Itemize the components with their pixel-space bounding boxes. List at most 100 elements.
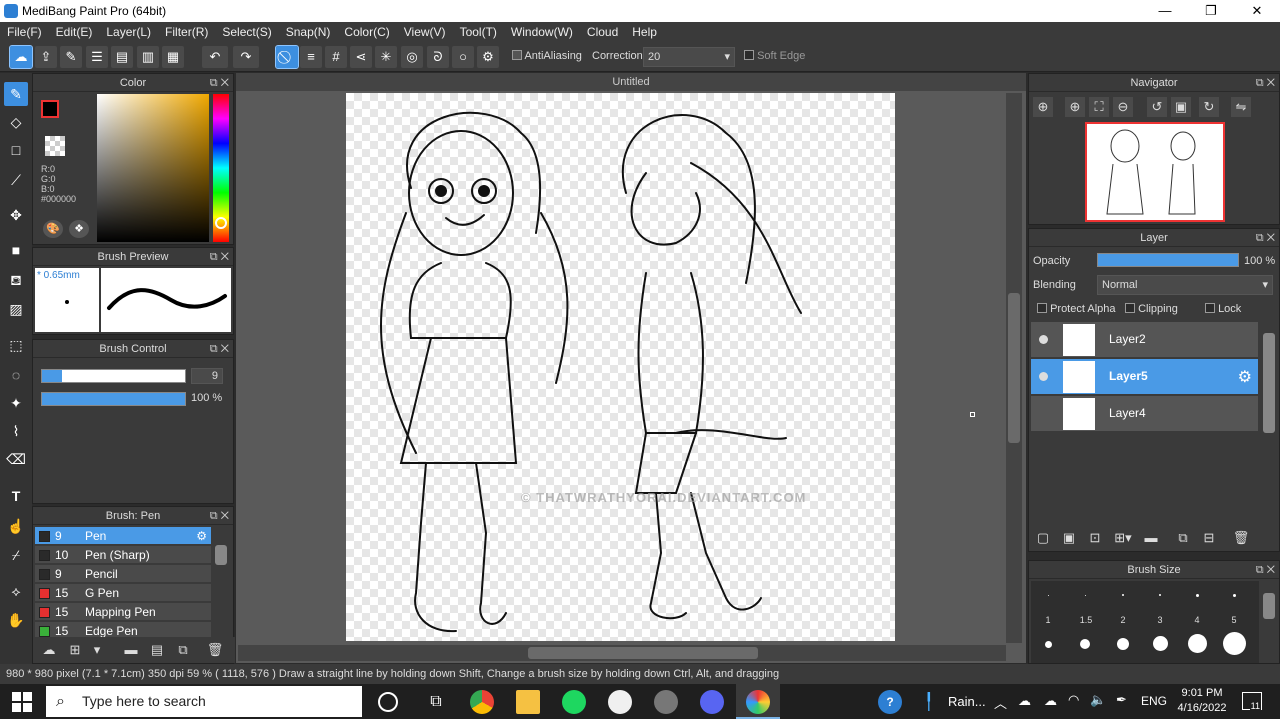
blending-select[interactable]: Normal ▾ <box>1097 275 1273 295</box>
curve-snap-icon[interactable]: ᘐ <box>427 46 449 68</box>
size-dot[interactable] <box>1045 641 1052 648</box>
brush-settings-gear-icon[interactable]: ⚙ <box>196 527 207 545</box>
layer-row[interactable]: Layer5 ⚙ <box>1031 359 1258 395</box>
menu-edit[interactable]: Edit(E) <box>49 22 100 42</box>
snap-settings-icon[interactable]: ⚙ <box>477 46 499 68</box>
panel-close-icon[interactable]: ⧉ ✕ <box>210 74 229 92</box>
new-halftone-layer-icon[interactable]: ⊡ <box>1085 528 1105 548</box>
text-tool-icon[interactable]: T <box>4 484 28 508</box>
vertical-scrollbar[interactable] <box>1006 93 1022 643</box>
blur-tool-icon[interactable]: ⟋ <box>4 168 28 192</box>
cortana-icon[interactable] <box>378 692 398 712</box>
merge-layer-icon[interactable]: ⊟ <box>1199 528 1219 548</box>
layer-opacity-slider[interactable] <box>1097 253 1239 267</box>
layer-visibility-icon[interactable] <box>1039 372 1048 381</box>
menu-filter[interactable]: Filter(R) <box>158 22 215 42</box>
onedrive-icon[interactable]: ☁ <box>1018 693 1031 709</box>
panel-close-icon[interactable]: ⧉ ✕ <box>210 507 229 525</box>
layer-folder-icon[interactable]: ▬ <box>1141 528 1161 548</box>
fill-rect-tool-icon[interactable]: ■ <box>4 238 28 262</box>
clock[interactable]: 9:01 PM 4/16/2022 <box>1172 686 1232 716</box>
add-layer-menu-icon[interactable]: ⊞▾ <box>1113 528 1133 548</box>
brush-size-grid[interactable]: 1 1.5 2 3 4 5 <box>1031 581 1259 663</box>
circle-snap-icon[interactable]: ○ <box>452 46 474 68</box>
size-dot[interactable] <box>1117 638 1129 650</box>
horizontal-scrollbar[interactable] <box>238 645 1006 661</box>
hand-tool-icon[interactable]: ✋ <box>4 608 28 632</box>
eraser-tool-icon[interactable]: ◇ <box>4 110 28 134</box>
brush-tool-icon[interactable]: ✎ <box>4 82 28 106</box>
file-explorer-icon[interactable] <box>516 690 540 714</box>
palette-icon[interactable]: 🎨 <box>43 220 63 238</box>
new-layer-icon[interactable]: ▢ <box>1033 528 1053 548</box>
cloud-icon[interactable]: ☁ <box>1044 693 1057 709</box>
brush-settings-icon[interactable]: ▤ <box>147 640 167 660</box>
layer-row[interactable]: Layer2 <box>1031 322 1258 358</box>
panel-close-icon[interactable]: ⧉ ✕ <box>1256 229 1275 247</box>
spotify-icon[interactable] <box>562 690 586 714</box>
chrome-icon[interactable] <box>470 690 494 714</box>
select-pen-tool-icon[interactable]: ⌇ <box>4 419 28 443</box>
page-icon[interactable]: ▤ <box>111 46 133 68</box>
copy-brush-icon[interactable]: ⧉ <box>173 640 193 660</box>
size-dot[interactable] <box>1048 595 1049 596</box>
size-dot[interactable] <box>1223 632 1246 655</box>
undo-icon[interactable]: ↶ <box>202 46 228 68</box>
hue-slider-handle[interactable] <box>215 217 227 229</box>
chat-icon[interactable]: ☰ <box>86 46 108 68</box>
operation-tool-icon[interactable]: ☝ <box>4 514 28 538</box>
taskbar-search-box[interactable]: ⌕ Type here to search <box>46 686 362 717</box>
size-dot[interactable] <box>1085 595 1086 596</box>
bucket-tool-icon[interactable]: ⛾ <box>4 268 28 292</box>
help-icon[interactable]: ? <box>878 690 902 714</box>
panel-close-icon[interactable]: ⧉ ✕ <box>210 248 229 266</box>
size-dot[interactable] <box>1196 594 1199 597</box>
language-indicator[interactable]: ENG <box>1141 694 1167 708</box>
radial-snap-icon[interactable]: ✳ <box>375 46 397 68</box>
antialiasing-checkbox[interactable] <box>512 50 522 60</box>
zoom-out-icon[interactable]: ⊖ <box>1113 97 1133 117</box>
pen-icon[interactable]: ✒ <box>1116 692 1127 708</box>
menu-view[interactable]: View(V) <box>397 22 453 42</box>
protect-alpha-checkbox[interactable] <box>1037 303 1047 313</box>
maximize-button[interactable]: ❐ <box>1188 0 1234 22</box>
concentric-snap-icon[interactable]: ◎ <box>401 46 423 68</box>
notifications-icon[interactable]: 11 <box>1242 692 1262 711</box>
size-dot[interactable] <box>1122 594 1124 596</box>
reset-view-icon[interactable]: ▣ <box>1171 97 1191 117</box>
rotate-right-icon[interactable]: ↻ <box>1199 97 1219 117</box>
medibang-taskbar-button[interactable] <box>736 684 780 719</box>
brush-list-item[interactable]: 9 Pencil <box>35 565 211 583</box>
soft-edge-checkbox[interactable] <box>744 50 754 60</box>
lock-checkbox[interactable] <box>1205 303 1215 313</box>
grid-snap-icon[interactable]: # <box>325 46 347 68</box>
size-dot[interactable] <box>1159 594 1161 596</box>
color-saturation-picker[interactable] <box>97 94 209 242</box>
redo-icon[interactable]: ↷ <box>233 46 259 68</box>
panel-close-icon[interactable]: ⧉ ✕ <box>210 340 229 358</box>
delete-brush-icon[interactable]: 🗑 <box>205 640 225 660</box>
brush-size-value[interactable]: 9 <box>191 368 223 384</box>
comment-icon[interactable]: ✎ <box>60 46 82 68</box>
clipping-checkbox[interactable] <box>1125 303 1135 313</box>
menu-window[interactable]: Window(W) <box>504 22 580 42</box>
transparent-color-swatch[interactable] <box>45 136 65 156</box>
app-avatar-icon[interactable] <box>608 690 632 714</box>
export-icon[interactable]: ▦ <box>162 46 184 68</box>
move-tool-icon[interactable]: ✥ <box>4 203 28 227</box>
duplicate-layer-icon[interactable]: ⧉ <box>1173 528 1193 548</box>
menu-color[interactable]: Color(C) <box>337 22 396 42</box>
magic-wand-tool-icon[interactable]: ✦ <box>4 391 28 415</box>
parallel-snap-icon[interactable]: ≡ <box>300 46 322 68</box>
layer-settings-gear-icon[interactable]: ⚙ <box>1238 367 1252 387</box>
dot-tool-icon[interactable]: □ <box>4 138 28 162</box>
brush-opacity-slider[interactable] <box>41 392 186 406</box>
menu-cloud[interactable]: Cloud <box>580 22 625 42</box>
menu-snap[interactable]: Snap(N) <box>279 22 338 42</box>
discord-icon[interactable] <box>700 690 724 714</box>
close-button[interactable]: ✕ <box>1234 0 1280 22</box>
canvas-page[interactable]: © THATWRATHYORAI.DEVIANTART.COM <box>346 93 895 641</box>
tray-chevron-up-icon[interactable]: ︿ <box>994 693 1007 712</box>
brush-list-item[interactable]: 15 Mapping Pen <box>35 603 211 621</box>
share-icon[interactable]: ⇪ <box>35 46 57 68</box>
